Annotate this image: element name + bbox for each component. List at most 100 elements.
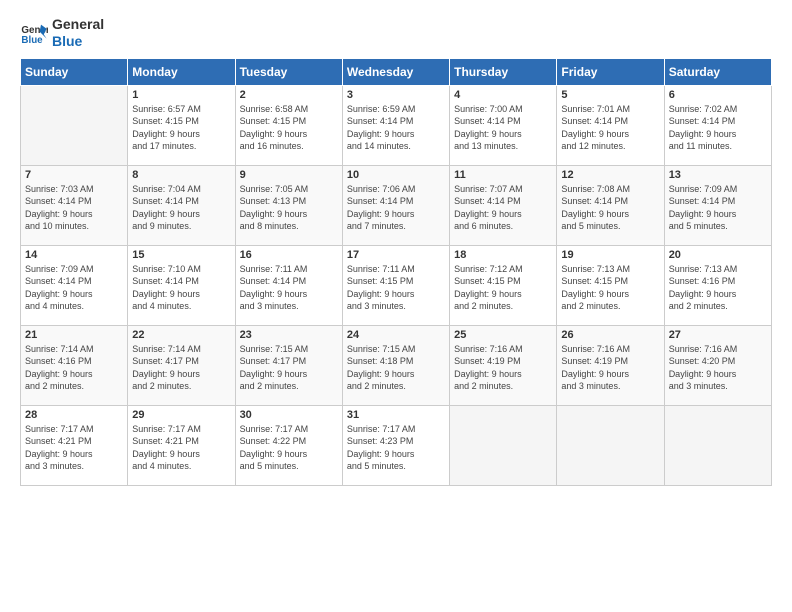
calendar-cell: 14 Sunrise: 7:09 AM Sunset: 4:14 PM Dayli… (21, 245, 128, 325)
week-row-4: 21Sunrise: 7:14 AM Sunset: 4:16 PM Dayli… (21, 325, 772, 405)
calendar-table: SundayMondayTuesdayWednesdayThursdayFrid… (20, 58, 772, 486)
day-number: 3 (347, 89, 445, 101)
day-info: Sunrise: 7:14 AM Sunset: 4:17 PM Dayligh… (132, 343, 230, 393)
calendar-cell: 11Sunrise: 7:07 AM Sunset: 4:14 PM Dayli… (450, 165, 557, 245)
day-number: 8 (132, 169, 230, 181)
header: General Blue General Blue (20, 16, 772, 50)
day-number: 10 (347, 169, 445, 181)
day-info: Sunrise: 6:57 AM Sunset: 4:15 PM Dayligh… (132, 103, 230, 153)
week-row-2: 7 Sunrise: 7:03 AM Sunset: 4:14 PM Daylig… (21, 165, 772, 245)
day-number: 19 (561, 249, 659, 261)
day-info: Sunrise: 7:13 AM Sunset: 4:15 PM Dayligh… (561, 263, 659, 313)
calendar-cell: 19 Sunrise: 7:13 AM Sunset: 4:15 PM Dayli… (557, 245, 664, 325)
day-number: 30 (240, 409, 338, 421)
calendar-cell: 26 Sunrise: 7:16 AM Sunset: 4:19 PM Dayli… (557, 325, 664, 405)
day-info: Sunrise: 7:12 AM Sunset: 4:15 PM Dayligh… (454, 263, 552, 313)
day-number: 14 (25, 249, 123, 261)
day-number: 7 (25, 169, 123, 181)
day-info: Sunrise: 7:05 AM Sunset: 4:13 PM Dayligh… (240, 183, 338, 233)
calendar-cell: 17Sunrise: 7:11 AM Sunset: 4:15 PM Dayli… (342, 245, 449, 325)
day-number: 16 (240, 249, 338, 261)
calendar-cell: 16 Sunrise: 7:11 AM Sunset: 4:14 PM Dayli… (235, 245, 342, 325)
day-number: 27 (669, 329, 767, 341)
day-number: 1 (132, 89, 230, 101)
day-info: Sunrise: 7:17 AM Sunset: 4:21 PM Dayligh… (132, 423, 230, 473)
calendar-cell: 5 Sunrise: 7:01 AM Sunset: 4:14 PM Daylig… (557, 85, 664, 165)
col-header-thursday: Thursday (450, 58, 557, 85)
col-header-monday: Monday (128, 58, 235, 85)
day-info: Sunrise: 7:17 AM Sunset: 4:22 PM Dayligh… (240, 423, 338, 473)
week-row-1: 1 Sunrise: 6:57 AM Sunset: 4:15 PM Daylig… (21, 85, 772, 165)
svg-text:Blue: Blue (21, 35, 43, 46)
col-header-friday: Friday (557, 58, 664, 85)
calendar-cell: 24 Sunrise: 7:15 AM Sunset: 4:18 PM Dayli… (342, 325, 449, 405)
calendar-cell: 31Sunrise: 7:17 AM Sunset: 4:23 PM Dayli… (342, 405, 449, 485)
week-row-3: 14 Sunrise: 7:09 AM Sunset: 4:14 PM Dayli… (21, 245, 772, 325)
day-info: Sunrise: 7:15 AM Sunset: 4:17 PM Dayligh… (240, 343, 338, 393)
calendar-cell: 15 Sunrise: 7:10 AM Sunset: 4:14 PM Dayli… (128, 245, 235, 325)
calendar-cell: 7 Sunrise: 7:03 AM Sunset: 4:14 PM Daylig… (21, 165, 128, 245)
calendar-cell: 18 Sunrise: 7:12 AM Sunset: 4:15 PM Dayli… (450, 245, 557, 325)
day-info: Sunrise: 7:02 AM Sunset: 4:14 PM Dayligh… (669, 103, 767, 153)
day-number: 29 (132, 409, 230, 421)
day-info: Sunrise: 7:15 AM Sunset: 4:18 PM Dayligh… (347, 343, 445, 393)
calendar-cell (21, 85, 128, 165)
day-number: 5 (561, 89, 659, 101)
day-info: Sunrise: 7:09 AM Sunset: 4:14 PM Dayligh… (669, 183, 767, 233)
day-info: Sunrise: 7:11 AM Sunset: 4:15 PM Dayligh… (347, 263, 445, 313)
calendar-cell: 30 Sunrise: 7:17 AM Sunset: 4:22 PM Dayli… (235, 405, 342, 485)
calendar-cell: 9 Sunrise: 7:05 AM Sunset: 4:13 PM Daylig… (235, 165, 342, 245)
calendar-cell: 1 Sunrise: 6:57 AM Sunset: 4:15 PM Daylig… (128, 85, 235, 165)
day-number: 4 (454, 89, 552, 101)
day-info: Sunrise: 7:07 AM Sunset: 4:14 PM Dayligh… (454, 183, 552, 233)
day-number: 2 (240, 89, 338, 101)
day-number: 15 (132, 249, 230, 261)
day-info: Sunrise: 7:10 AM Sunset: 4:14 PM Dayligh… (132, 263, 230, 313)
col-header-tuesday: Tuesday (235, 58, 342, 85)
day-info: Sunrise: 7:11 AM Sunset: 4:14 PM Dayligh… (240, 263, 338, 313)
day-info: Sunrise: 7:16 AM Sunset: 4:20 PM Dayligh… (669, 343, 767, 393)
day-info: Sunrise: 7:14 AM Sunset: 4:16 PM Dayligh… (25, 343, 123, 393)
calendar-cell: 6 Sunrise: 7:02 AM Sunset: 4:14 PM Daylig… (664, 85, 771, 165)
day-info: Sunrise: 7:17 AM Sunset: 4:23 PM Dayligh… (347, 423, 445, 473)
day-info: Sunrise: 7:01 AM Sunset: 4:14 PM Dayligh… (561, 103, 659, 153)
day-number: 6 (669, 89, 767, 101)
calendar-cell: 23 Sunrise: 7:15 AM Sunset: 4:17 PM Dayli… (235, 325, 342, 405)
day-number: 9 (240, 169, 338, 181)
col-header-sunday: Sunday (21, 58, 128, 85)
day-number: 22 (132, 329, 230, 341)
day-number: 26 (561, 329, 659, 341)
col-header-saturday: Saturday (664, 58, 771, 85)
day-info: Sunrise: 7:03 AM Sunset: 4:14 PM Dayligh… (25, 183, 123, 233)
day-number: 12 (561, 169, 659, 181)
calendar-cell: 4 Sunrise: 7:00 AM Sunset: 4:14 PM Daylig… (450, 85, 557, 165)
calendar-cell: 10Sunrise: 7:06 AM Sunset: 4:14 PM Dayli… (342, 165, 449, 245)
day-info: Sunrise: 7:00 AM Sunset: 4:14 PM Dayligh… (454, 103, 552, 153)
day-number: 25 (454, 329, 552, 341)
calendar-cell (557, 405, 664, 485)
day-number: 18 (454, 249, 552, 261)
week-row-5: 28Sunrise: 7:17 AM Sunset: 4:21 PM Dayli… (21, 405, 772, 485)
calendar-cell: 28Sunrise: 7:17 AM Sunset: 4:21 PM Dayli… (21, 405, 128, 485)
logo-blue: Blue (52, 33, 104, 50)
day-number: 24 (347, 329, 445, 341)
day-number: 20 (669, 249, 767, 261)
day-info: Sunrise: 7:13 AM Sunset: 4:16 PM Dayligh… (669, 263, 767, 313)
calendar-cell: 22 Sunrise: 7:14 AM Sunset: 4:17 PM Dayli… (128, 325, 235, 405)
calendar-container: General Blue General Blue SundayMondayTu… (0, 0, 792, 496)
calendar-cell: 2Sunrise: 6:58 AM Sunset: 4:15 PM Daylig… (235, 85, 342, 165)
day-info: Sunrise: 7:16 AM Sunset: 4:19 PM Dayligh… (454, 343, 552, 393)
calendar-cell: 25 Sunrise: 7:16 AM Sunset: 4:19 PM Dayli… (450, 325, 557, 405)
calendar-cell: 27 Sunrise: 7:16 AM Sunset: 4:20 PM Dayli… (664, 325, 771, 405)
logo: General Blue General Blue (20, 16, 104, 50)
calendar-cell (664, 405, 771, 485)
day-info: Sunrise: 7:09 AM Sunset: 4:14 PM Dayligh… (25, 263, 123, 313)
day-number: 23 (240, 329, 338, 341)
calendar-cell: 3Sunrise: 6:59 AM Sunset: 4:14 PM Daylig… (342, 85, 449, 165)
header-row: SundayMondayTuesdayWednesdayThursdayFrid… (21, 58, 772, 85)
logo-icon: General Blue (20, 19, 48, 47)
day-info: Sunrise: 7:17 AM Sunset: 4:21 PM Dayligh… (25, 423, 123, 473)
day-info: Sunrise: 7:16 AM Sunset: 4:19 PM Dayligh… (561, 343, 659, 393)
calendar-cell (450, 405, 557, 485)
day-info: Sunrise: 7:08 AM Sunset: 4:14 PM Dayligh… (561, 183, 659, 233)
